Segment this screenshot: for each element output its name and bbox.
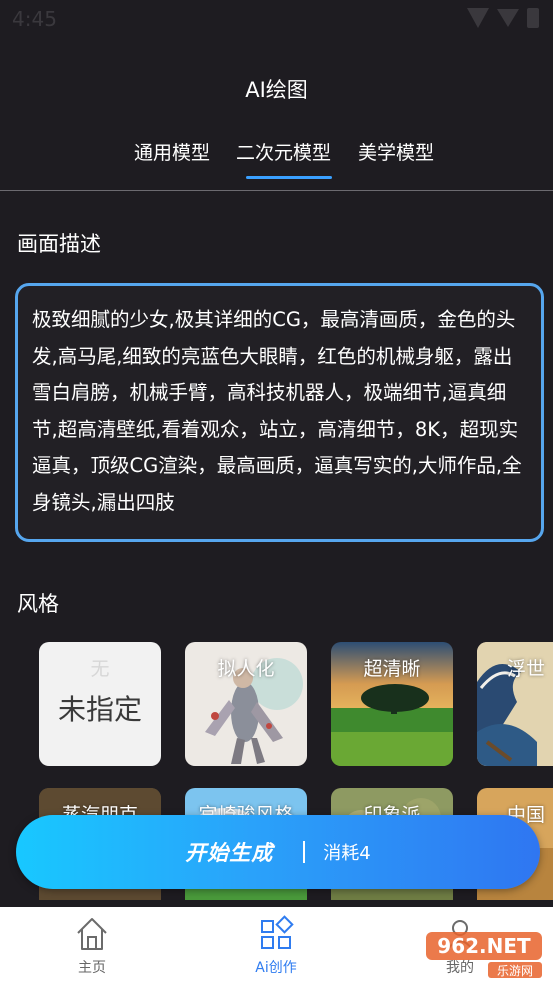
cta-separator — [303, 841, 306, 863]
description-textarea[interactable]: 极致细腻的少女,极其详细的CG，最高清画质，金色的头发,高马尾,细致的亮蓝色大眼… — [15, 283, 544, 542]
style-subtitle: 未指定 — [57, 693, 142, 726]
watermark-logo-icon: 962.NET 乐游网 — [426, 932, 542, 978]
tab-anime-model[interactable]: 二次元模型 — [236, 138, 331, 165]
status-icons — [467, 8, 539, 28]
status-time: 4:45 — [12, 7, 57, 31]
grid-icon — [261, 915, 294, 949]
nav-item-ai-create[interactable]: Ai创作 — [216, 907, 336, 984]
description-text: 极致细腻的少女,极其详细的CG，最高清画质，金色的头发,高马尾,细致的亮蓝色大眼… — [32, 308, 522, 514]
nav-label: 主页 — [78, 960, 106, 976]
svg-text:乐游网: 乐游网 — [497, 964, 533, 978]
wifi-icon — [467, 8, 489, 28]
style-card-anthropomorphic[interactable]: 拟人化 — [185, 642, 307, 766]
header-divider — [0, 190, 553, 191]
svg-text:962.NET: 962.NET — [437, 934, 531, 958]
signal-icon — [497, 9, 519, 27]
description-label: 画面描述 — [17, 232, 101, 256]
tab-general-model[interactable]: 通用模型 — [134, 138, 210, 165]
style-label: 风格 — [17, 592, 59, 616]
home-icon — [77, 918, 107, 950]
style-card-ukiyo-e[interactable]: 浮世 — [477, 642, 553, 766]
active-tab-indicator — [246, 176, 332, 179]
style-name: 拟人化 — [217, 658, 275, 680]
tab-aesthetic-model[interactable]: 美学模型 — [358, 138, 434, 165]
style-card-ultra-clear[interactable]: 超清晰 — [331, 642, 453, 766]
style-name: 无 — [90, 658, 110, 680]
battery-icon — [527, 8, 539, 28]
style-card-none[interactable]: 无 未指定 — [39, 642, 161, 766]
generate-button[interactable]: 开始生成 消耗4 — [16, 815, 540, 889]
generate-label: 开始生成 — [185, 841, 274, 865]
cost-label: 消耗4 — [323, 843, 371, 864]
nav-item-home[interactable]: 主页 — [32, 907, 152, 984]
nav-label: Ai创作 — [255, 960, 297, 976]
status-bar: 4:45 — [0, 0, 553, 40]
style-name: 超清晰 — [363, 658, 421, 680]
style-name: 浮世 — [507, 658, 546, 680]
page-title: AI绘图 — [245, 78, 308, 102]
